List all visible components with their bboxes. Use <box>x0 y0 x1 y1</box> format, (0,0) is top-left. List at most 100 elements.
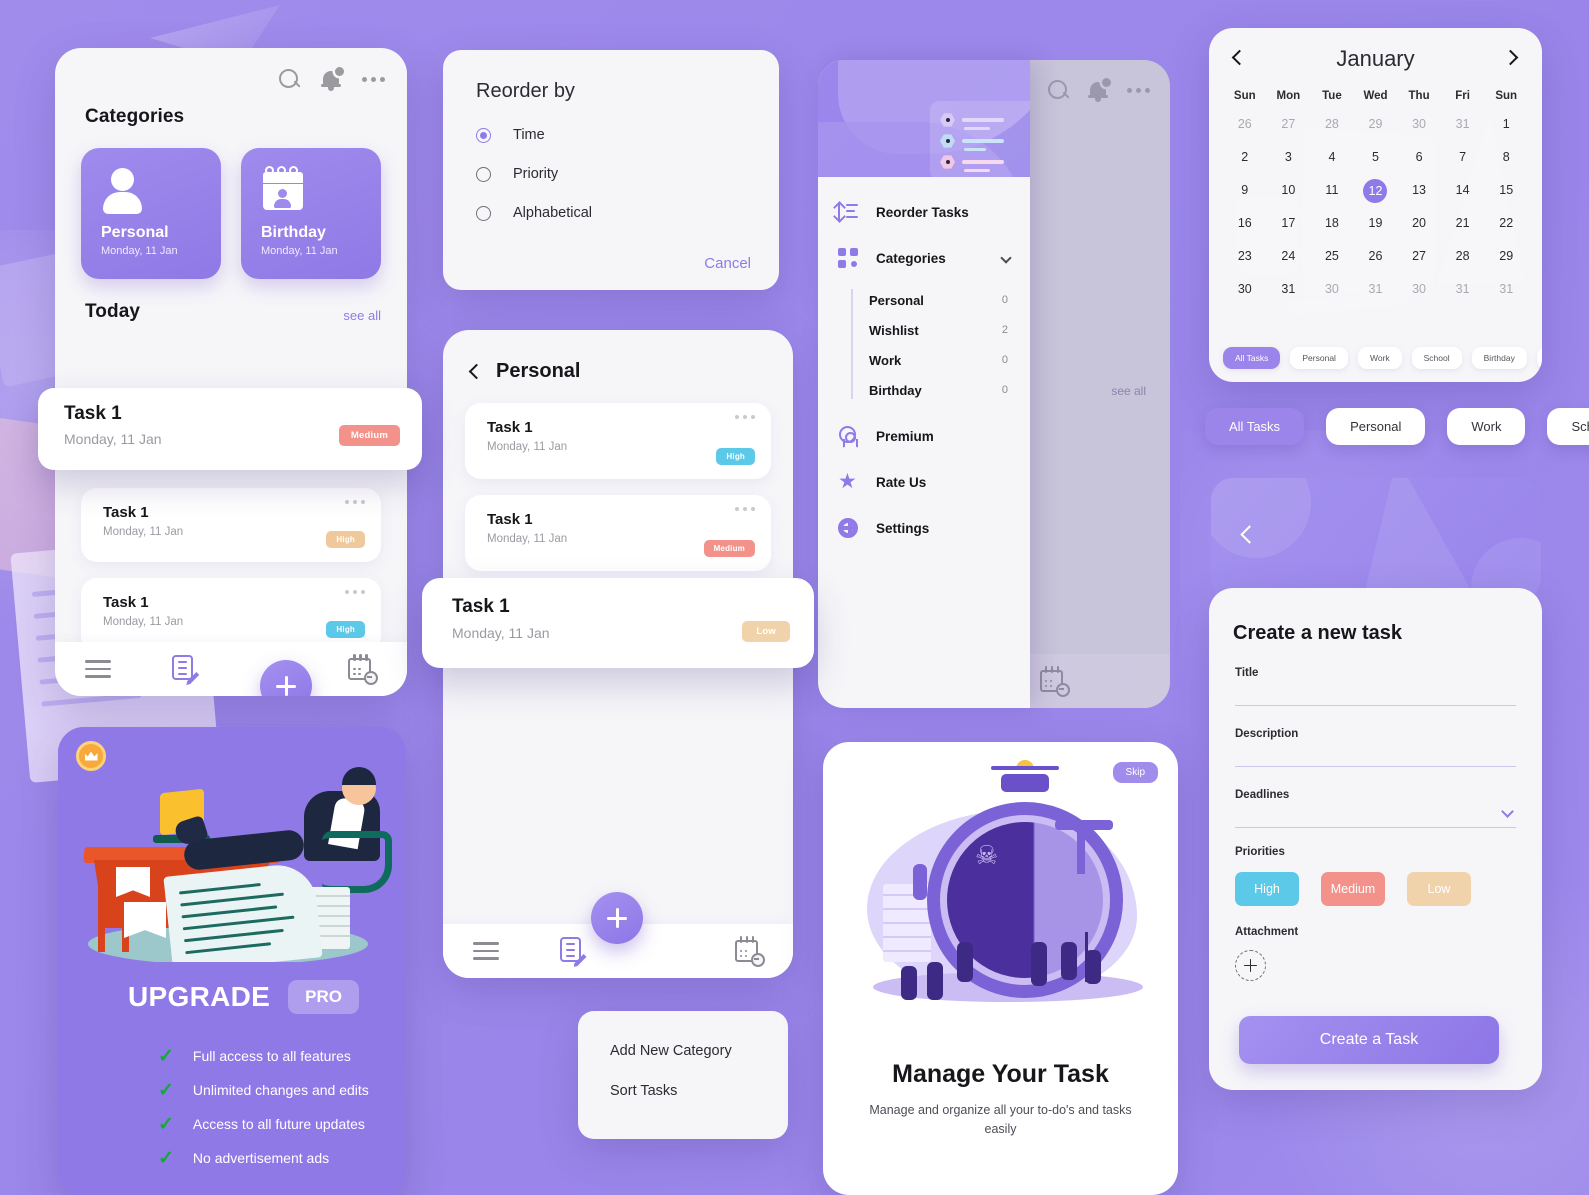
calendar-day[interactable]: 30 <box>1397 278 1441 300</box>
calendar-day[interactable]: 29 <box>1354 113 1398 135</box>
radio-icon[interactable] <box>476 166 491 182</box>
category-card-birthday[interactable]: Birthday Monday, 11 Jan <box>241 148 381 279</box>
priority-option-high[interactable]: High <box>1235 872 1299 906</box>
calendar-day[interactable]: 26 <box>1223 113 1267 135</box>
calendar-clock-icon[interactable] <box>734 936 765 967</box>
calendar-day[interactable]: 3 <box>1267 146 1311 168</box>
more-icon[interactable] <box>362 66 385 92</box>
calendar-day[interactable]: 30 <box>1397 113 1441 135</box>
chip-work[interactable]: Work <box>1357 347 1402 369</box>
calendar-day[interactable]: 10 <box>1267 179 1311 201</box>
calendar-clock-icon[interactable] <box>347 654 379 685</box>
task-row[interactable]: Task 1 Monday, 11 Jan High <box>81 578 381 652</box>
calendar-day[interactable]: 26 <box>1354 245 1398 267</box>
calendar-day[interactable]: 31 <box>1441 113 1485 135</box>
chip-all-tasks[interactable]: All Tasks <box>1223 347 1281 369</box>
calendar-day[interactable]: 14 <box>1441 179 1485 201</box>
calendar-day[interactable]: 15 <box>1484 179 1528 201</box>
calendar-day[interactable]: 16 <box>1223 212 1267 234</box>
category-card-personal[interactable]: Personal Monday, 11 Jan <box>81 148 221 279</box>
calendar-day[interactable]: 7 <box>1441 146 1485 168</box>
radio-option-time[interactable]: Time <box>476 127 749 143</box>
calendar-day[interactable]: 31 <box>1441 278 1485 300</box>
filter-chip-personal[interactable]: Personal <box>1326 408 1426 445</box>
calendar-day[interactable]: 22 <box>1484 212 1528 234</box>
filter-chip-all-tasks[interactable]: All Tasks <box>1205 408 1305 445</box>
task-row[interactable]: Task 1 Monday, 11 Jan High <box>81 488 381 562</box>
filter-chip-work[interactable]: Work <box>1447 408 1526 445</box>
calendar-day[interactable]: 11 <box>1310 179 1354 201</box>
calendar-day[interactable]: 23 <box>1223 245 1267 267</box>
calendar-day[interactable]: 20 <box>1397 212 1441 234</box>
calendar-day[interactable]: 21 <box>1441 212 1485 234</box>
calendar-day[interactable]: 19 <box>1354 212 1398 234</box>
deadlines-input[interactable] <box>1235 827 1516 828</box>
calendar-day[interactable]: 8 <box>1484 146 1528 168</box>
description-input[interactable] <box>1235 766 1516 767</box>
radio-option-alphabetical[interactable]: Alphabetical <box>476 205 749 221</box>
calendar-day[interactable]: 4 <box>1310 146 1354 168</box>
chevron-down-icon[interactable] <box>1501 805 1514 818</box>
calendar-day[interactable]: 30 <box>1310 278 1354 300</box>
drawer-item-reorder-tasks[interactable]: Reorder Tasks <box>818 189 1030 235</box>
next-month-icon[interactable] <box>1502 49 1520 68</box>
drawer-subitem-personal[interactable]: Personal 0 <box>869 285 1030 315</box>
drawer-item-settings[interactable]: Settings <box>818 505 1030 551</box>
calendar-day[interactable]: 1 <box>1484 113 1528 135</box>
menu-icon[interactable] <box>84 656 111 682</box>
task-row[interactable]: Task 1 Monday, 11 Jan High <box>465 403 771 479</box>
calendar-day[interactable]: 31 <box>1267 278 1311 300</box>
notification-bell-icon[interactable] <box>320 66 344 92</box>
menu-item-sort-tasks[interactable]: Sort Tasks <box>610 1083 788 1099</box>
cancel-button[interactable]: Cancel <box>704 255 751 272</box>
add-attachment-button[interactable] <box>1235 950 1266 981</box>
calendar-day[interactable]: 13 <box>1397 179 1441 201</box>
add-task-fab[interactable] <box>591 892 643 944</box>
calendar-day[interactable]: 27 <box>1267 113 1311 135</box>
back-icon[interactable] <box>468 363 485 380</box>
calendar-day[interactable]: 5 <box>1354 146 1398 168</box>
prev-month-icon[interactable] <box>1231 49 1249 68</box>
radio-icon[interactable] <box>476 205 491 221</box>
calendar-day[interactable]: 27 <box>1397 245 1441 267</box>
filter-chip-school[interactable]: School <box>1547 408 1589 445</box>
calendar-day[interactable]: 28 <box>1310 113 1354 135</box>
calendar-day[interactable]: 29 <box>1484 245 1528 267</box>
see-all-link[interactable]: see all <box>343 308 381 323</box>
dragged-task-card[interactable]: Task 1 Monday, 11 Jan Low <box>422 578 814 668</box>
edit-tasks-icon[interactable] <box>558 936 587 967</box>
drawer-item-rate-us[interactable]: ★ Rate Us <box>818 459 1030 505</box>
priority-option-low[interactable]: Low <box>1407 872 1471 906</box>
chip-birthday[interactable]: Birthday <box>1471 347 1527 369</box>
task-more-icon[interactable] <box>735 415 755 419</box>
calendar-day[interactable]: 6 <box>1397 146 1441 168</box>
dragged-task-card[interactable]: Task 1 Monday, 11 Jan Medium <box>38 388 422 470</box>
calendar-day[interactable]: 18 <box>1310 212 1354 234</box>
menu-icon[interactable] <box>472 938 499 964</box>
calendar-day[interactable]: 31 <box>1354 278 1398 300</box>
calendar-day[interactable]: 2 <box>1223 146 1267 168</box>
chip-personal[interactable]: Personal <box>1290 347 1348 369</box>
task-more-icon[interactable] <box>735 507 755 511</box>
drawer-subitem-birthday[interactable]: Birthday 0 <box>869 375 1030 405</box>
calendar-day[interactable]: 28 <box>1441 245 1485 267</box>
chip-birthday-partial[interactable]: Bi <box>1536 347 1542 369</box>
menu-item-add-new-category[interactable]: Add New Category <box>610 1043 788 1059</box>
radio-icon[interactable] <box>476 127 491 143</box>
task-row[interactable]: Task 1 Monday, 11 Jan Medium <box>465 495 771 571</box>
title-input[interactable] <box>1235 705 1516 706</box>
task-more-icon[interactable] <box>345 500 365 504</box>
drawer-subitem-wishlist[interactable]: Wishlist 2 <box>869 315 1030 345</box>
calendar-day-selected[interactable]: 12 <box>1354 179 1398 203</box>
edit-tasks-icon[interactable] <box>170 654 200 685</box>
drawer-item-categories[interactable]: Categories <box>818 235 1030 281</box>
chevron-down-icon[interactable] <box>1000 252 1012 264</box>
calendar-day[interactable]: 9 <box>1223 179 1267 201</box>
create-task-button[interactable]: Create a Task <box>1239 1016 1499 1064</box>
chip-school[interactable]: School <box>1411 347 1462 369</box>
search-icon[interactable] <box>276 66 302 92</box>
calendar-day[interactable]: 24 <box>1267 245 1311 267</box>
calendar-day[interactable]: 17 <box>1267 212 1311 234</box>
priority-option-medium[interactable]: Medium <box>1321 872 1385 906</box>
task-more-icon[interactable] <box>345 590 365 594</box>
